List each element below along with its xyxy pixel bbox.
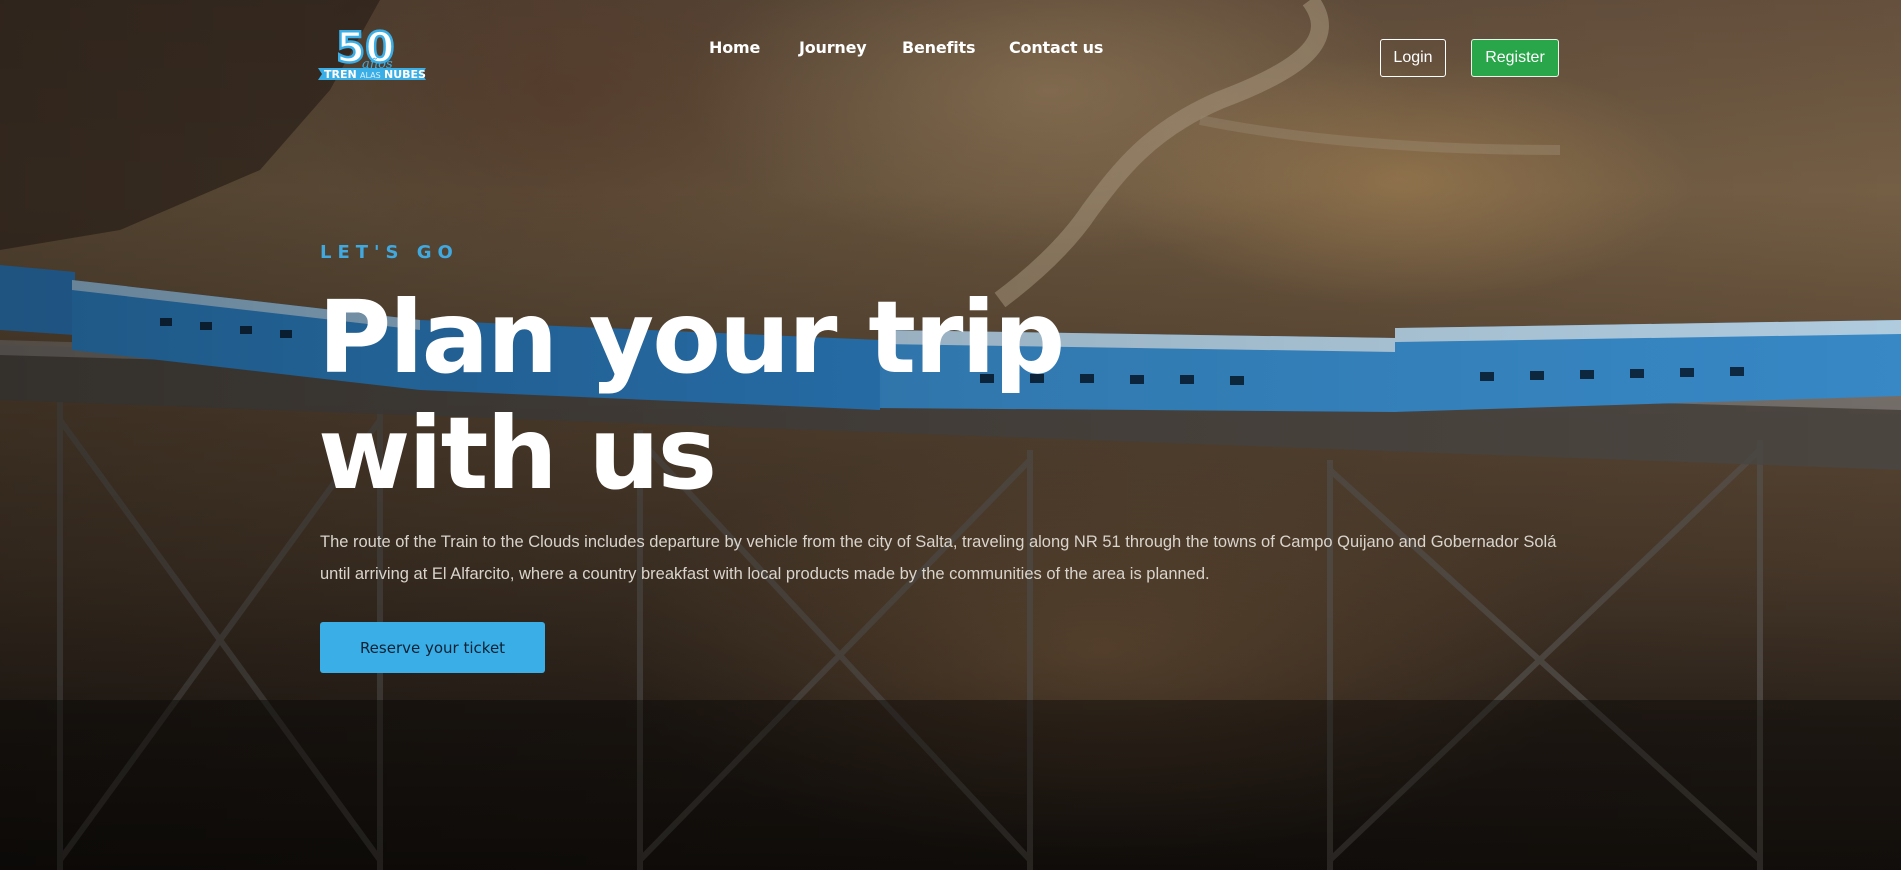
svg-text:NUBES: NUBES — [384, 68, 426, 81]
register-button[interactable]: Register — [1471, 39, 1559, 77]
nav-link-home[interactable]: Home — [709, 38, 760, 57]
nav-link-benefits[interactable]: Benefits — [902, 38, 976, 57]
nav-link-contact-us[interactable]: Contact us — [1009, 38, 1103, 57]
reserve-ticket-button[interactable]: Reserve your ticket — [320, 622, 545, 673]
nav-link-journey[interactable]: Journey — [799, 38, 867, 57]
svg-text:TREN: TREN — [324, 68, 357, 81]
hero-headline-line-2: with us — [318, 395, 717, 512]
svg-text:ALAS: ALAS — [360, 71, 381, 80]
hero-headline-line-1: Plan your trip — [318, 279, 1065, 396]
login-button[interactable]: Login — [1380, 39, 1446, 77]
hero-eyebrow: LET'S GO — [320, 242, 459, 263]
hero-section: 50 años TREN ALAS NUBES Home Journey Ben… — [0, 0, 1901, 870]
tren-a-las-nubes-logo[interactable]: 50 años TREN ALAS NUBES — [318, 24, 426, 90]
hero-description: The route of the Train to the Clouds inc… — [320, 533, 1557, 583]
hero-headline: Plan your trip with us — [318, 279, 1065, 512]
